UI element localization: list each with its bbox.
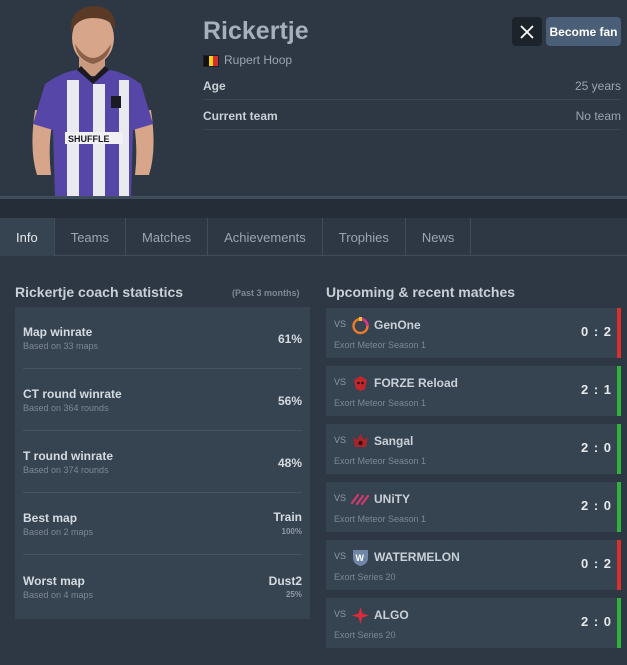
event-name: Exort Meteor Season 1: [334, 456, 427, 466]
match-score: 0 : 2: [580, 324, 612, 339]
x-share-button[interactable]: [512, 17, 542, 46]
algo-logo-icon: [352, 607, 369, 624]
x-logo-icon: [520, 24, 534, 39]
age-label: Age: [203, 78, 226, 93]
match-score: 2 : 0: [580, 440, 612, 455]
match-row[interactable]: VS ALGO Exort Series 20 2 : 0: [326, 598, 621, 648]
tab-matches[interactable]: Matches: [126, 218, 209, 256]
vs-label: VS: [334, 551, 347, 561]
result-indicator: [617, 366, 621, 416]
opponent-name: GenOne: [374, 318, 421, 332]
coach-statistics-title: Rickertje coach statistics: [15, 284, 184, 300]
stat-value: Train: [273, 510, 302, 524]
stat-subtitle: Based on 4 maps: [23, 590, 94, 600]
player-nickname: Rickertje: [203, 17, 309, 45]
tab-info[interactable]: Info: [0, 218, 55, 256]
vs-label: VS: [334, 319, 347, 329]
result-indicator: [617, 540, 621, 590]
opponent-name: WATERMELON: [374, 550, 460, 564]
coach-statistics-panel: Map winrate Based on 33 maps 61% CT roun…: [15, 307, 310, 619]
stat-title: Map winrate: [23, 325, 93, 339]
tab-news[interactable]: News: [406, 218, 472, 256]
stat-best-map: Best map Based on 2 maps Train 100%: [23, 493, 302, 555]
stat-value: 48%: [277, 456, 302, 470]
opponent-name: UNiTY: [374, 492, 410, 506]
watermelon-logo-icon: W: [353, 550, 368, 566]
result-indicator: [617, 424, 621, 474]
opponent-name: ALGO: [374, 608, 409, 622]
tab-trophies[interactable]: Trophies: [323, 218, 406, 256]
current-team-label: Current team: [203, 108, 278, 123]
stat-subtitle: Based on 374 rounds: [23, 465, 109, 475]
vs-label: VS: [334, 609, 347, 619]
result-indicator: [617, 482, 621, 532]
header-spacer: [0, 199, 627, 218]
match-row[interactable]: VS Sangal Exort Meteor Season 1 2 : 0: [326, 424, 621, 474]
match-row[interactable]: VS UNiTY Exort Meteor Season 1 2 : 0: [326, 482, 621, 532]
stat-title: Best map: [23, 511, 78, 525]
stat-value: 56%: [277, 394, 302, 408]
event-name: Exort Meteor Season 1: [334, 514, 427, 524]
forze-logo-icon: [354, 376, 367, 391]
player-portrait-image: SHUFFLE: [32, 6, 154, 197]
match-score: 0 : 2: [580, 556, 612, 571]
stat-subtitle: Based on 2 maps: [23, 527, 94, 537]
age-row: Age 25 years: [203, 72, 621, 100]
player-real-name: Rupert Hoop: [224, 53, 293, 67]
stat-map-winrate: Map winrate Based on 33 maps 61%: [23, 307, 302, 369]
stat-title: T round winrate: [23, 449, 113, 463]
match-row[interactable]: VS FORZE Reload Exort Meteor Season 1 2 …: [326, 366, 621, 416]
tab-teams[interactable]: Teams: [55, 218, 126, 256]
event-name: Exort Series 20: [334, 630, 396, 640]
stat-title: CT round winrate: [23, 387, 122, 401]
sangal-logo-icon: [353, 434, 368, 447]
vs-label: VS: [334, 493, 347, 503]
match-row[interactable]: VS W WATERMELON Exort Series 20 0 : 2: [326, 540, 621, 590]
match-score: 2 : 1: [580, 382, 612, 397]
vs-label: VS: [334, 435, 347, 445]
stat-title: Worst map: [23, 574, 85, 588]
genone-logo-icon: [352, 317, 369, 335]
profile-tabs: Info Teams Matches Achievements Trophies…: [0, 218, 627, 256]
tab-achievements[interactable]: Achievements: [208, 218, 323, 256]
svg-text:W: W: [356, 553, 365, 563]
opponent-name: Sangal: [374, 434, 414, 448]
age-value: 25 years: [574, 78, 621, 93]
event-name: Exort Meteor Season 1: [334, 398, 427, 408]
stat-worst-map: Worst map Based on 4 maps Dust2 25%: [23, 555, 302, 617]
stat-subtitle: Based on 33 maps: [23, 341, 99, 351]
matches-title: Upcoming & recent matches: [326, 284, 516, 300]
match-score: 2 : 0: [580, 498, 612, 513]
stat-value: Dust2: [268, 574, 302, 588]
svg-text:SHUFFLE: SHUFFLE: [68, 134, 110, 144]
match-score: 2 : 0: [580, 614, 612, 629]
stat-percent: 25%: [285, 590, 302, 599]
statistics-period: (Past 3 months): [232, 288, 300, 298]
result-indicator: [617, 598, 621, 648]
current-team-row: Current team No team: [203, 102, 621, 130]
stat-t-round-winrate: T round winrate Based on 374 rounds 48%: [23, 431, 302, 493]
event-name: Exort Meteor Season 1: [334, 340, 427, 350]
stat-subtitle: Based on 364 rounds: [23, 403, 109, 413]
current-team-value: No team: [575, 108, 621, 123]
stat-value: 61%: [277, 332, 302, 346]
match-row[interactable]: VS GenOne Exort Meteor Season 1 0 : 2: [326, 308, 621, 358]
player-photo: SHUFFLE: [15, 0, 173, 197]
opponent-name: FORZE Reload: [374, 376, 459, 390]
become-fan-button[interactable]: Become fan: [546, 17, 621, 46]
stat-percent: 100%: [281, 527, 302, 536]
event-name: Exort Series 20: [334, 572, 396, 582]
result-indicator: [617, 308, 621, 358]
unity-logo-icon: [351, 493, 370, 506]
stat-ct-round-winrate: CT round winrate Based on 364 rounds 56%: [23, 369, 302, 431]
belgium-flag-icon: [203, 55, 219, 67]
vs-label: VS: [334, 377, 347, 387]
